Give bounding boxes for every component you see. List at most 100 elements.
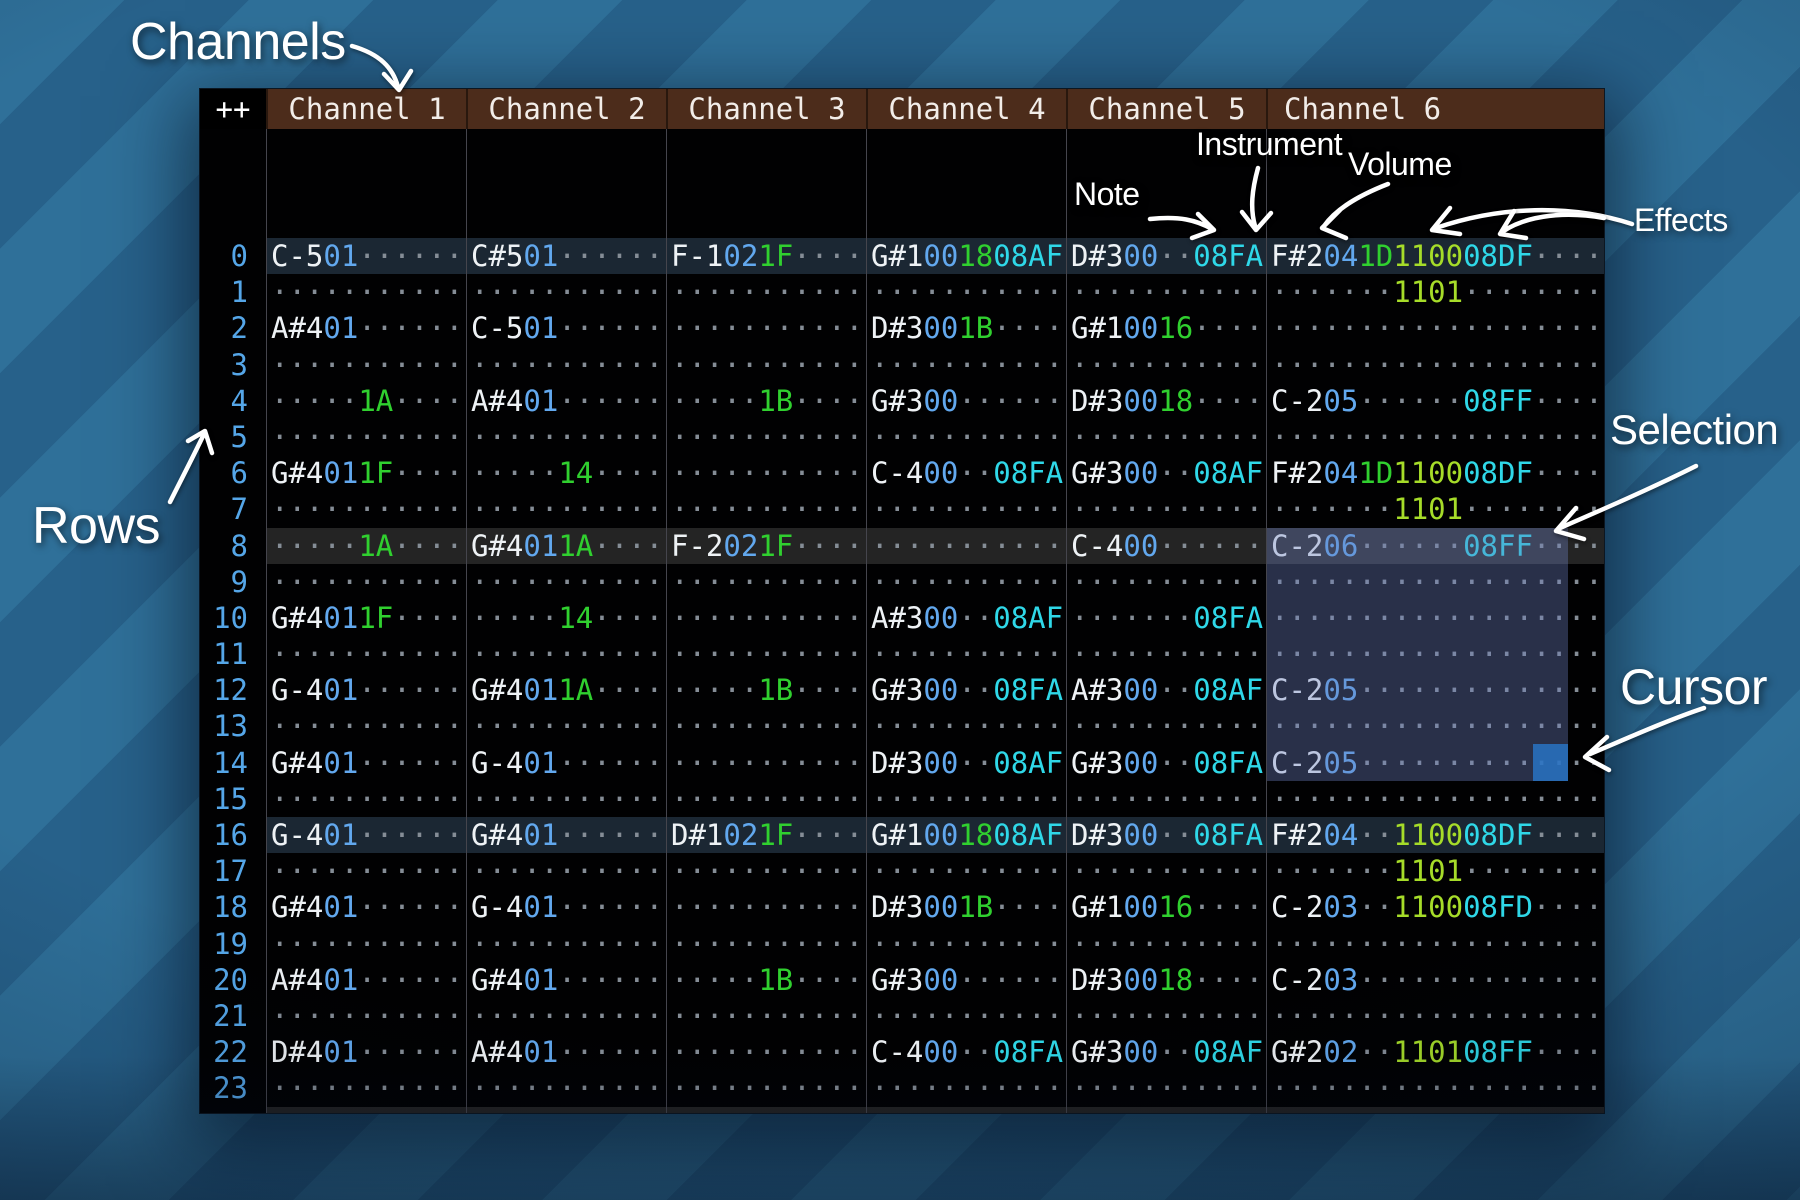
pattern-cell[interactable]: ··········· <box>666 564 866 600</box>
pattern-cell[interactable]: ··········· <box>466 1070 666 1106</box>
pattern-cell[interactable]: ··········· <box>866 491 1066 527</box>
pattern-cell[interactable]: C-205······08FF···· <box>1266 383 1604 419</box>
pattern-cell[interactable]: G#4011F···· <box>266 600 466 636</box>
pattern-cell[interactable]: ·····1B···· <box>666 962 866 998</box>
pattern-cell[interactable]: ··········· <box>466 274 666 310</box>
pattern-cell[interactable]: D#30018···· <box>1066 383 1266 419</box>
pattern-cell[interactable]: ··········· <box>866 853 1066 889</box>
pattern-cell[interactable]: D#1021F···· <box>666 817 866 853</box>
pattern-cell[interactable]: ··········· <box>466 419 666 455</box>
pattern-cell[interactable]: ··········· <box>866 636 1066 672</box>
pattern-cell[interactable]: ··········· <box>866 564 1066 600</box>
pattern-cell[interactable]: A#401······ <box>266 962 466 998</box>
pattern-cell[interactable]: A#401······ <box>466 383 666 419</box>
pattern-cell[interactable]: C-205·············· <box>1266 672 1604 708</box>
pattern-cell[interactable]: ··········· <box>466 781 666 817</box>
pattern-cell[interactable]: C-501······ <box>266 238 466 274</box>
pattern-cell[interactable]: ··········· <box>466 347 666 383</box>
pattern-cell[interactable]: D#2021F···· <box>666 1107 866 1114</box>
channel-header-3[interactable]: Channel 3 <box>666 89 866 129</box>
pattern-cell[interactable]: G#1001808AF <box>866 817 1066 853</box>
channel-header-6[interactable]: Channel 6 <box>1266 89 1604 129</box>
pattern-cell[interactable]: ··········· <box>1066 636 1266 672</box>
pattern-cell[interactable]: C-203·············· <box>1266 962 1604 998</box>
pattern-corner-button[interactable]: ++ <box>200 89 266 129</box>
pattern-cell[interactable]: D#3001B···· <box>866 310 1066 346</box>
pattern-cell[interactable]: ··········· <box>866 1070 1066 1106</box>
pattern-cell[interactable]: ··········· <box>666 274 866 310</box>
pattern-cell[interactable]: ··········· <box>1066 781 1266 817</box>
pattern-cell[interactable]: ··········· <box>666 419 866 455</box>
pattern-cell[interactable]: G#4011A···· <box>466 672 666 708</box>
pattern-cell[interactable]: C-400······ <box>1066 1107 1266 1114</box>
pattern-cell[interactable]: ··········· <box>266 853 466 889</box>
pattern-cell[interactable]: A#300··08AF <box>866 600 1066 636</box>
pattern-cell[interactable]: F#2041D110008DF···· <box>1266 238 1604 274</box>
pattern-cell[interactable]: ··········· <box>266 419 466 455</box>
pattern-cell[interactable]: G#4011F···· <box>266 455 466 491</box>
pattern-cell[interactable]: G-401······ <box>466 745 666 781</box>
pattern-cell[interactable]: G#4011A···· <box>466 528 666 564</box>
pattern-cell[interactable]: ··········· <box>466 491 666 527</box>
pattern-cell[interactable]: G#401······ <box>466 962 666 998</box>
pattern-cell[interactable]: G#1001808AF <box>866 238 1066 274</box>
pattern-cell[interactable]: ··················· <box>1266 564 1604 600</box>
pattern-cell[interactable]: C-205·············· <box>1266 745 1604 781</box>
pattern-cell[interactable]: ··········· <box>1066 998 1266 1034</box>
pattern-cell[interactable]: ··········· <box>466 926 666 962</box>
pattern-cell[interactable]: F#204··110008DF···· <box>1266 817 1604 853</box>
pattern-cell[interactable]: G#300······ <box>866 962 1066 998</box>
pattern-cell[interactable]: G#300······ <box>866 383 1066 419</box>
pattern-cell[interactable]: G#300··08AF <box>1066 455 1266 491</box>
pattern-cell[interactable]: ··········· <box>266 636 466 672</box>
pattern-cell[interactable]: G-401······ <box>466 889 666 925</box>
pattern-cell[interactable]: ·····1B···· <box>666 672 866 708</box>
pattern-cell[interactable]: ·····14···· <box>466 600 666 636</box>
pattern-cell[interactable]: ··········· <box>466 564 666 600</box>
pattern-cell[interactable]: ·····1B···· <box>666 383 866 419</box>
pattern-cell[interactable]: C#501······ <box>466 238 666 274</box>
pattern-cell[interactable]: ··········· <box>266 1107 466 1114</box>
pattern-cell[interactable]: ··········· <box>1066 419 1266 455</box>
pattern-cell[interactable]: ··········· <box>866 347 1066 383</box>
pattern-cell[interactable]: ··········· <box>666 781 866 817</box>
pattern-cell[interactable]: G#10016···· <box>1066 889 1266 925</box>
pattern-cell[interactable]: ··········· <box>1066 926 1266 962</box>
pattern-cell[interactable]: ··················· <box>1266 310 1604 346</box>
pattern-cell[interactable]: D#30018···· <box>1066 962 1266 998</box>
pattern-cell[interactable]: C-501······ <box>466 310 666 346</box>
pattern-cell[interactable]: ··········· <box>266 274 466 310</box>
pattern-cell[interactable]: ··················· <box>1266 347 1604 383</box>
pattern-cell[interactable]: G#202··110108FF···· <box>1266 1034 1604 1070</box>
pattern-cell[interactable]: G#300··08FA <box>1066 745 1266 781</box>
pattern-cell[interactable]: C-303··110008FD···· <box>1266 1107 1604 1114</box>
pattern-cell[interactable]: D#300··08FA <box>1066 238 1266 274</box>
pattern-cell[interactable]: ··········· <box>266 564 466 600</box>
pattern-cell[interactable]: ··········· <box>666 636 866 672</box>
pattern-cell[interactable]: G#401······ <box>266 889 466 925</box>
pattern-cell[interactable]: ··········· <box>266 347 466 383</box>
channel-header-1[interactable]: Channel 1 <box>266 89 466 129</box>
pattern-cell[interactable]: ··········· <box>866 1107 1066 1114</box>
pattern-cell[interactable]: ·······1101········ <box>1266 491 1604 527</box>
pattern-cell[interactable]: ··················· <box>1266 419 1604 455</box>
pattern-cell[interactable]: ··········· <box>866 781 1066 817</box>
pattern-cell[interactable]: ··········· <box>666 853 866 889</box>
pattern-cell[interactable]: C-206······08FF···· <box>1266 528 1604 564</box>
pattern-cell[interactable]: ·······1101········ <box>1266 274 1604 310</box>
pattern-cell[interactable]: ··········· <box>666 889 866 925</box>
pattern-cell[interactable]: ··········· <box>1066 491 1266 527</box>
pattern-cell[interactable]: ··········· <box>666 491 866 527</box>
pattern-cell[interactable]: G#401······ <box>266 745 466 781</box>
pattern-cell[interactable]: ··········· <box>1066 347 1266 383</box>
pattern-cell[interactable]: ·····14···· <box>466 455 666 491</box>
pattern-cell[interactable]: ··········· <box>666 998 866 1034</box>
pattern-cell[interactable]: C-400··08FA <box>866 455 1066 491</box>
pattern-cell[interactable]: ··········· <box>666 745 866 781</box>
pattern-cell[interactable]: D#300··08AF <box>866 745 1066 781</box>
pattern-cell[interactable]: ··········· <box>666 1034 866 1070</box>
channel-header-5[interactable]: Channel 5 <box>1066 89 1266 129</box>
pattern-cell[interactable]: G#10016···· <box>1066 310 1266 346</box>
pattern-cell[interactable]: ··········· <box>466 708 666 744</box>
pattern-cell[interactable]: G#300··08AF <box>1066 1034 1266 1070</box>
